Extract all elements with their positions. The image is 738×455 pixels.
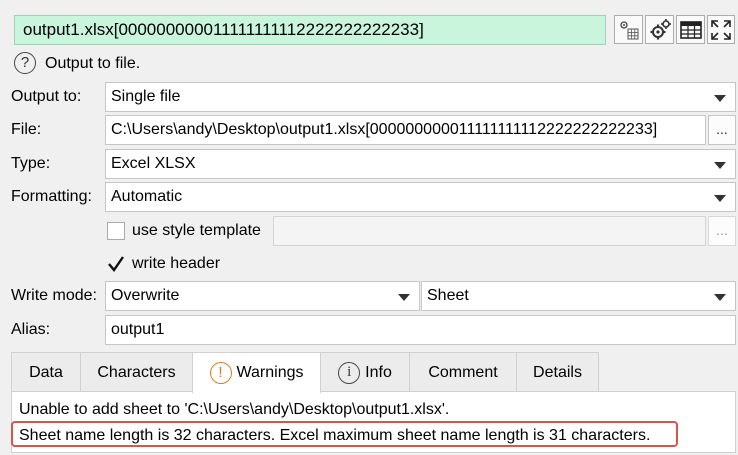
node-settings-button[interactable]: [614, 15, 643, 44]
table-icon: [679, 20, 702, 39]
tab-label: Info: [365, 363, 392, 381]
settings-button[interactable]: [645, 15, 674, 44]
style-template-field: [273, 216, 706, 246]
file-label: File:: [11, 121, 42, 138]
output-to-select[interactable]: Single file: [105, 82, 736, 112]
file-path-value: C:\Users\andy\Desktop\output1.xlsx[00000…: [111, 121, 658, 138]
tab-label: Comment: [428, 363, 498, 381]
formatting-select[interactable]: Automatic: [105, 182, 736, 212]
tab-details[interactable]: Details: [516, 352, 599, 392]
tab-bar: Data Characters ! Warnings i Info Commen…: [11, 352, 736, 393]
node-title: output1.xlsx[000000000011111111112222222…: [23, 20, 424, 39]
browse-file-button[interactable]: ...: [708, 115, 736, 145]
chevron-down-icon: [714, 294, 726, 301]
chevron-down-icon: [714, 162, 726, 169]
table-view-button[interactable]: [676, 15, 705, 44]
help-text: Output to file.: [45, 55, 141, 72]
info-icon: i: [338, 361, 361, 384]
sheet-select[interactable]: Sheet: [421, 281, 736, 311]
node-title-bar[interactable]: output1.xlsx[000000000011111111112222222…: [14, 15, 606, 45]
chevron-down-icon: [714, 195, 726, 202]
formatting-label: Formatting:: [11, 188, 92, 205]
gear-icon: [650, 18, 671, 39]
tab-label: Warnings: [236, 364, 304, 381]
sheet-value: Sheet: [427, 287, 469, 304]
type-select[interactable]: Excel XLSX: [105, 149, 736, 179]
tab-characters[interactable]: Characters: [80, 352, 193, 392]
help-icon[interactable]: ?: [14, 52, 36, 74]
alias-input[interactable]: output1: [105, 315, 736, 345]
output-to-value: Single file: [111, 88, 181, 105]
tab-label: Data: [29, 363, 63, 381]
write-mode-select[interactable]: Overwrite: [105, 281, 420, 311]
tab-data[interactable]: Data: [11, 352, 81, 392]
output-panel: output1.xlsx[000000000011111111112222222…: [0, 0, 736, 453]
tab-comment[interactable]: Comment: [409, 352, 517, 392]
type-label: Type:: [11, 155, 51, 172]
chevron-down-icon: [714, 95, 726, 102]
alias-value: output1: [111, 321, 165, 338]
tab-label: Characters: [97, 363, 176, 381]
node-settings-icon: [619, 20, 638, 39]
write-header-label: write header: [132, 255, 221, 272]
chevron-down-icon: [398, 294, 410, 301]
browse-template-button: ...: [708, 216, 736, 246]
fullscreen-icon: [711, 19, 731, 40]
highlight-box: [11, 421, 678, 447]
write-mode-label: Write mode:: [11, 287, 97, 304]
formatting-value: Automatic: [111, 188, 183, 205]
style-template-checkbox[interactable]: [107, 222, 125, 240]
output-to-label: Output to:: [11, 88, 82, 105]
tab-info[interactable]: i Info: [320, 352, 410, 392]
alias-label: Alias:: [11, 321, 51, 338]
tab-warnings[interactable]: ! Warnings: [192, 352, 321, 393]
checkmark-icon: [108, 256, 124, 272]
warning-message: Unable to add sheet to 'C:\Users\andy\De…: [19, 401, 450, 418]
write-header-checkbox[interactable]: [107, 255, 125, 273]
style-template-label: use style template: [132, 222, 261, 239]
write-mode-value: Overwrite: [111, 287, 180, 304]
maximize-button[interactable]: [707, 15, 735, 44]
type-value: Excel XLSX: [111, 155, 196, 172]
tab-label: Details: [533, 363, 582, 381]
file-path-field[interactable]: C:\Users\andy\Desktop\output1.xlsx[00000…: [105, 115, 706, 145]
warning-icon: !: [209, 362, 232, 384]
